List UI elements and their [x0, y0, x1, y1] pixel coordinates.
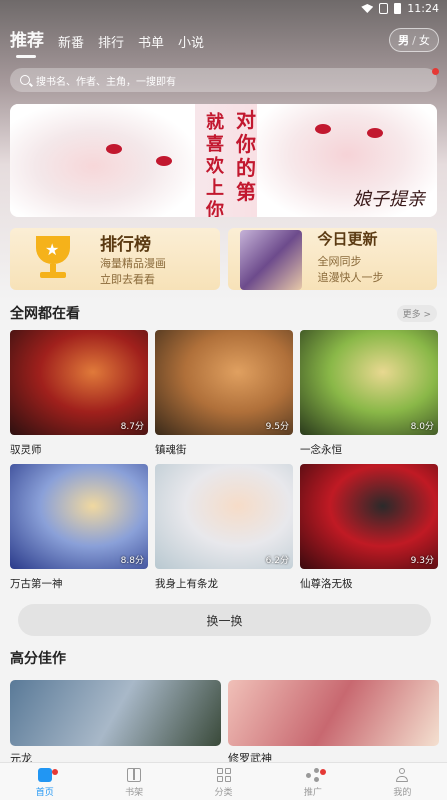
update-subtitle: 全网同步 追漫快人一步 — [317, 255, 384, 284]
gender-male[interactable]: 男 — [398, 32, 409, 48]
comic-card[interactable]: 9.3分 仙尊洛无极 — [300, 464, 438, 598]
comic-score: 8.0分 — [410, 422, 434, 432]
search-icon — [20, 75, 30, 85]
nav-promote[interactable]: 推广 — [268, 763, 357, 800]
gender-female[interactable]: 女 — [419, 32, 430, 48]
wifi-icon — [361, 4, 374, 13]
nav-label: 书架 — [125, 788, 144, 798]
search-placeholder: 搜书名、作者、主角，一搜即有 — [36, 76, 176, 88]
category-icon — [216, 768, 231, 782]
hot-cover — [10, 680, 221, 746]
comic-card[interactable]: 8.0分 一念永恒 — [300, 330, 438, 464]
comic-title: 驭灵师 — [10, 444, 42, 456]
hot-section-header: 高分佳作 — [10, 648, 437, 668]
share-icon — [305, 768, 320, 782]
comic-cover: 6.2分 — [155, 464, 293, 569]
nav-label: 分类 — [214, 788, 233, 798]
gender-separator: / — [412, 33, 416, 47]
nav-profile[interactable]: 我的 — [358, 763, 447, 800]
ranking-subtitle: 海量精品漫画 立即去看看 — [100, 257, 166, 286]
comic-cover: 8.0分 — [300, 330, 438, 435]
nav-label: 首页 — [35, 788, 54, 798]
bookshelf-icon — [127, 768, 142, 782]
popular-section-header: 全网都在看 更多 > — [10, 303, 437, 323]
nav-label: 推广 — [303, 788, 322, 798]
comic-score: 8.8分 — [120, 556, 144, 566]
comic-cover: 9.5分 — [155, 330, 293, 435]
battery-icon — [394, 3, 402, 14]
status-time: 11:24 — [407, 2, 439, 15]
comic-title: 仙尊洛无极 — [300, 578, 353, 590]
comic-score: 8.7分 — [120, 422, 144, 432]
comic-cover: 9.3分 — [300, 464, 438, 569]
hot-row: 元龙 修罗武神 — [10, 680, 439, 765]
comic-title: 我身上有条龙 — [155, 578, 218, 590]
comic-card[interactable]: 6.2分 我身上有条龙 — [155, 464, 293, 598]
nav-home[interactable]: 首页 — [0, 763, 89, 800]
update-thumbnail — [239, 230, 302, 290]
comic-cover: 8.8分 — [10, 464, 148, 569]
comic-card[interactable]: 8.7分 驭灵师 — [10, 330, 148, 464]
user-icon — [395, 768, 409, 782]
status-bar: 11:24 — [0, 0, 447, 18]
section-title: 全网都在看 — [10, 306, 80, 322]
tab-booklist[interactable]: 书单 — [138, 32, 164, 51]
tab-novel[interactable]: 小说 — [178, 32, 204, 51]
hot-item[interactable]: 修罗武神 — [228, 680, 439, 765]
comic-score: 9.5分 — [265, 422, 289, 432]
nav-bookshelf[interactable]: 书架 — [89, 763, 178, 800]
top-tabs: 推荐 新番 排行 书单 小说 — [10, 26, 204, 58]
nav-label: 我的 — [393, 788, 412, 798]
bottom-nav: 首页 书架 分类 推广 我的 — [0, 762, 447, 800]
update-title: 今日更新 — [317, 230, 378, 248]
tab-recommend[interactable]: 推荐 — [10, 26, 44, 58]
comic-cover: 8.7分 — [10, 330, 148, 435]
comic-score: 6.2分 — [265, 556, 289, 566]
ranking-title: 排行榜 — [100, 235, 151, 255]
swap-button[interactable]: 换一换 — [18, 604, 431, 636]
banner-carousel[interactable]: 就 喜 欢 上 你 对 你 的 第 娘子提亲 — [10, 104, 437, 217]
trophy-icon: ★ — [28, 234, 78, 284]
search-input[interactable]: 搜书名、作者、主角，一搜即有 — [10, 68, 437, 92]
tab-new[interactable]: 新番 — [58, 32, 84, 51]
comic-title: 镇魂街 — [155, 444, 187, 456]
section-title: 高分佳作 — [10, 651, 66, 667]
comic-score: 9.3分 — [410, 556, 434, 566]
nav-category[interactable]: 分类 — [179, 763, 268, 800]
gender-toggle[interactable]: 男 / 女 — [389, 28, 439, 52]
comic-card[interactable]: 8.8分 万古第一神 — [10, 464, 148, 598]
tab-ranking[interactable]: 排行 — [98, 32, 124, 51]
nav-badge-dot — [320, 769, 327, 775]
banner-character-left — [10, 104, 195, 217]
hot-cover — [228, 680, 439, 746]
banner-text-col2: 对 你 的 第 — [236, 108, 256, 204]
popular-grid: 8.7分 驭灵师 9.5分 镇魂街 8.0分 一念永恒 8.8分 万古第一神 6… — [10, 330, 439, 598]
comic-card[interactable]: 9.5分 镇魂街 — [155, 330, 293, 464]
nav-badge-dot — [52, 769, 58, 775]
banner-signature: 娘子提亲 — [353, 189, 425, 210]
notification-icon — [379, 3, 389, 14]
comic-title: 一念永恒 — [300, 444, 342, 456]
more-button[interactable]: 更多 > — [396, 304, 437, 322]
feature-entries: ★ 排行榜 海量精品漫画 立即去看看 今日更新 全网同步 追漫快人一步 — [10, 228, 437, 290]
home-icon — [37, 768, 52, 782]
today-update-entry[interactable]: 今日更新 全网同步 追漫快人一步 — [227, 228, 437, 290]
ranking-entry[interactable]: ★ 排行榜 海量精品漫画 立即去看看 — [10, 228, 220, 290]
notification-dot — [432, 68, 439, 75]
comic-title: 万古第一神 — [10, 578, 63, 590]
hot-item[interactable]: 元龙 — [10, 680, 221, 765]
